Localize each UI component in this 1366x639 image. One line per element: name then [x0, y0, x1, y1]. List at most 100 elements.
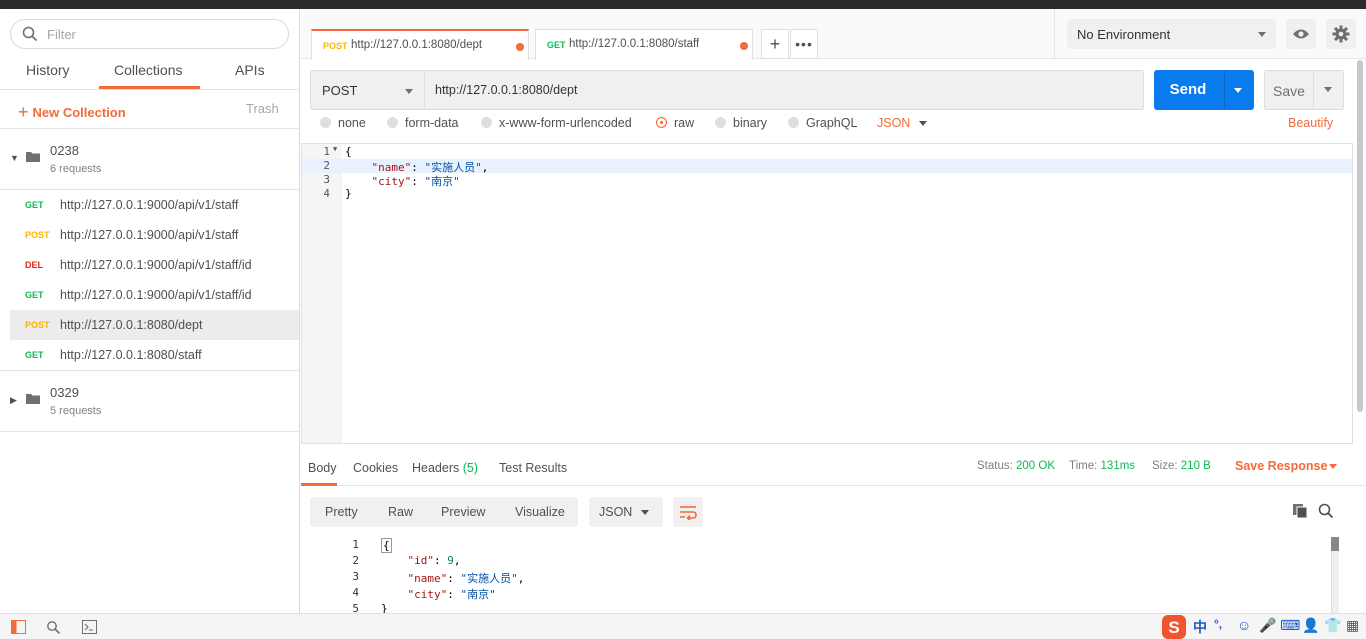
response-tabs-bar: Body Cookies Headers (5) Test Results St… — [301, 452, 1366, 486]
request-body-editor[interactable]: 1 ▼ { 2 "name": "实施人员", 3 "city": "南京" 4… — [301, 143, 1353, 444]
collection-0238[interactable]: ▼ 0238 6 requests — [0, 129, 300, 189]
radio-label[interactable]: none — [338, 116, 366, 130]
radio-label[interactable]: binary — [733, 116, 767, 130]
trash-button[interactable]: Trash — [246, 101, 279, 116]
tab-history[interactable]: History — [26, 62, 70, 78]
request-tab[interactable]: POST http://127.0.0.1:8080/dept — [311, 29, 529, 60]
method-badge: POST — [25, 320, 50, 330]
radio-label[interactable]: x-www-form-urlencoded — [499, 116, 632, 130]
plus-icon: + — [769, 34, 781, 54]
user-icon[interactable]: 👤 — [1302, 617, 1319, 634]
list-item[interactable]: POST http://127.0.0.1:9000/api/v1/staff — [10, 220, 299, 250]
request-url: http://127.0.0.1:9000/api/v1/staff — [60, 228, 239, 242]
size-value: 210 B — [1180, 460, 1211, 472]
tab-cookies[interactable]: Cookies — [353, 461, 398, 475]
radio-graphql[interactable] — [788, 117, 799, 128]
chevron-down-icon[interactable] — [1329, 464, 1337, 469]
ime-lang-indicator[interactable]: 中 — [1193, 617, 1207, 637]
list-item[interactable]: GET http://127.0.0.1:9000/api/v1/staff/i… — [10, 280, 299, 310]
url-input[interactable]: http://127.0.0.1:8080/dept — [425, 70, 1144, 110]
collection-0329[interactable]: ▶ 0329 5 requests — [0, 371, 300, 431]
filter-input[interactable]: Filter — [10, 19, 289, 49]
code-line: 2 "id": 9, — [301, 554, 1331, 570]
method-badge: POST — [25, 230, 50, 240]
method-value: POST — [322, 83, 358, 98]
url-value: http://127.0.0.1:8080/dept — [435, 83, 578, 97]
sogou-logo-icon[interactable]: S — [1160, 614, 1188, 639]
caret-right-icon[interactable]: ▶ — [10, 395, 17, 406]
json-value: 9 — [447, 554, 454, 567]
microphone-icon[interactable]: 🎤 — [1259, 617, 1276, 634]
beautify-button[interactable]: Beautify — [1288, 116, 1333, 130]
save-button[interactable]: Save — [1264, 70, 1344, 110]
json-key: "id" — [407, 554, 435, 567]
send-label: Send — [1169, 81, 1207, 98]
skin-icon[interactable]: 👕 — [1324, 617, 1341, 634]
response-body-viewer[interactable]: 1 { 2 "id": 9, 3 "name": "实施人员", 4 "city… — [301, 537, 1343, 613]
radio-binary[interactable] — [715, 117, 726, 128]
fold-arrow-icon[interactable]: ▼ — [333, 145, 337, 153]
find-replace-icon[interactable] — [46, 620, 61, 634]
new-tab-button[interactable]: + — [761, 29, 789, 59]
console-icon[interactable] — [82, 620, 97, 634]
tab-apis[interactable]: APIs — [235, 62, 265, 78]
emoji-icon[interactable]: ☺ — [1237, 617, 1251, 633]
chevron-down-icon[interactable] — [1234, 88, 1242, 93]
radio-raw[interactable] — [656, 117, 667, 128]
new-collection-button[interactable]: + New Collection — [18, 101, 126, 122]
list-item[interactable]: GET http://127.0.0.1:9000/api/v1/staff — [10, 190, 299, 220]
chevron-down-icon[interactable] — [1324, 87, 1332, 92]
scrollbar-thumb[interactable] — [1331, 537, 1339, 551]
method-select[interactable]: POST — [310, 70, 425, 110]
caret-down-icon[interactable]: ▼ — [10, 153, 19, 163]
radio-label[interactable]: form-data — [405, 116, 459, 130]
grid-menu-icon[interactable]: ▦ — [1346, 617, 1359, 634]
search-icon[interactable] — [1318, 503, 1334, 519]
radio-none[interactable] — [320, 117, 331, 128]
view-preview[interactable]: Preview — [441, 505, 485, 519]
list-item[interactable]: GET http://127.0.0.1:8080/staff — [10, 340, 299, 370]
request-url: http://127.0.0.1:8080/dept — [60, 318, 203, 332]
code-line: 4 "city": "南京" — [301, 586, 1331, 602]
status-label: Status: — [977, 460, 1013, 472]
tab-collections[interactable]: Collections — [114, 62, 182, 78]
body-format-select[interactable]: JSON — [877, 116, 910, 130]
unsaved-dot-icon[interactable] — [516, 43, 524, 51]
radio-label[interactable]: GraphQL — [806, 116, 857, 130]
divider — [1313, 71, 1314, 109]
json-value: "南京" — [460, 588, 496, 601]
method-badge: DEL — [25, 260, 43, 270]
chevron-down-icon[interactable] — [919, 121, 927, 126]
eye-icon — [1293, 29, 1309, 39]
radio-label[interactable]: raw — [674, 116, 694, 130]
list-item[interactable]: POST http://127.0.0.1:8080/dept — [10, 310, 299, 340]
more-tabs-button[interactable]: ••• — [790, 29, 818, 59]
response-format-select[interactable]: JSON — [589, 497, 663, 527]
save-response-button[interactable]: Save Response — [1235, 459, 1327, 473]
ime-punct-indicator[interactable]: °, — [1214, 617, 1222, 631]
unsaved-dot-icon[interactable] — [740, 42, 748, 50]
tab-test-results[interactable]: Test Results — [499, 461, 567, 475]
keyboard-icon[interactable]: ⌨ — [1280, 617, 1300, 634]
tab-headers[interactable]: Headers (5) — [412, 461, 478, 475]
line-number: 2 — [323, 159, 330, 172]
view-pretty[interactable]: Pretty — [325, 505, 358, 519]
view-raw[interactable]: Raw — [388, 505, 413, 519]
view-visualize[interactable]: Visualize — [515, 505, 565, 519]
wrap-lines-button[interactable] — [673, 497, 703, 527]
environment-select[interactable]: No Environment — [1067, 19, 1276, 49]
environment-quick-look-button[interactable] — [1286, 19, 1316, 49]
sidebar-toggle-icon[interactable] — [11, 620, 26, 634]
copy-icon[interactable] — [1292, 503, 1308, 519]
list-item[interactable]: DEL http://127.0.0.1:9000/api/v1/staff/i… — [10, 250, 299, 280]
settings-button[interactable] — [1326, 19, 1356, 49]
radio-form-data[interactable] — [387, 117, 398, 128]
request-tab[interactable]: GET http://127.0.0.1:8080/staff — [535, 29, 753, 60]
code-text: "name": "实施人员", — [407, 572, 525, 585]
request-tabs-bar: POST http://127.0.0.1:8080/dept GET http… — [301, 9, 1054, 60]
chevron-down-icon — [405, 89, 413, 94]
radio-urlencoded[interactable] — [481, 117, 492, 128]
send-button[interactable]: Send — [1154, 70, 1254, 110]
scrollbar[interactable] — [1357, 60, 1363, 412]
tab-body[interactable]: Body — [308, 461, 337, 475]
